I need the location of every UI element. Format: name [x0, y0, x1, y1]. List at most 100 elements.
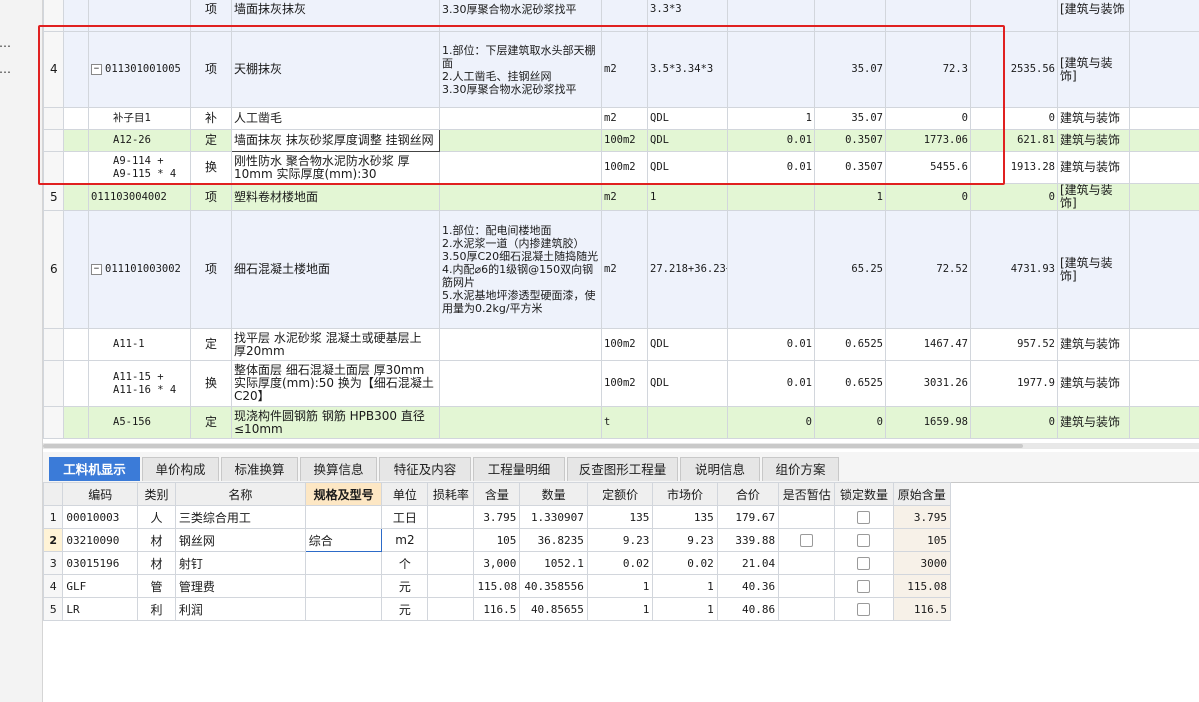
total-price[interactable]: 4731.93 [970, 210, 1058, 329]
loss-rate[interactable] [427, 597, 475, 621]
market-price[interactable]: 0.02 [652, 551, 718, 575]
resource-spec[interactable] [304, 574, 383, 598]
row-number[interactable] [43, 328, 64, 361]
item-category[interactable]: 定 [190, 328, 232, 361]
item-features[interactable] [439, 183, 602, 211]
total-price[interactable]: 0 [970, 406, 1058, 439]
content-value[interactable]: 1 [727, 107, 815, 130]
column-header[interactable]: 定额价 [586, 482, 654, 506]
quantity-value[interactable]: 1.330907 [519, 505, 588, 529]
total-price[interactable]: 2535.56 [970, 31, 1058, 108]
item-unit[interactable] [601, 0, 648, 32]
item-code[interactable]: 011103004002 [88, 183, 191, 211]
column-header[interactable]: 类别 [137, 482, 176, 506]
item-features[interactable] [439, 129, 602, 152]
item-features[interactable]: 1.部位：下层建筑取水头部天棚面 2.人工凿毛、挂钢丝网 3.30厚聚合物水泥砂… [439, 31, 602, 108]
item-name[interactable]: 找平层 水泥砂浆 混凝土或硬基层上 厚20mm [231, 328, 440, 361]
column-header[interactable]: 名称 [174, 482, 306, 506]
specialty-label[interactable]: 建筑与装饰 [1057, 129, 1130, 152]
unit-price[interactable]: 1659.98 [885, 406, 971, 439]
item-name[interactable]: 刚性防水 聚合物水泥防水砂浆 厚10mm 实际厚度(mm):30 [231, 151, 440, 184]
quantity-expression[interactable]: QDL [647, 151, 728, 184]
checkbox-icon[interactable] [857, 580, 871, 593]
checkbox-icon[interactable] [857, 534, 871, 547]
quantity-value[interactable]: 0.3507 [814, 129, 886, 152]
content-value[interactable]: 3,000 [473, 551, 521, 575]
item-unit[interactable]: 100m2 [601, 129, 648, 152]
unit-price[interactable]: 1773.06 [885, 129, 971, 152]
base-price[interactable]: 0.02 [586, 551, 654, 575]
resource-category[interactable]: 利 [137, 597, 176, 621]
bill-row[interactable]: 6−011101003002 项细石混凝土楼地面 1.部位：配电间楼地面 2.水泥浆… [43, 210, 1199, 329]
quantity-expression[interactable]: QDL [647, 107, 728, 130]
resource-spec[interactable] [304, 551, 383, 575]
row-number[interactable] [43, 151, 64, 184]
checkbox-icon[interactable] [800, 534, 814, 547]
quantity-expression[interactable]: 1 [647, 183, 728, 211]
checkbox-icon[interactable] [857, 557, 871, 570]
content-value[interactable]: 115.08 [473, 574, 521, 598]
specialty-label[interactable]: 建筑与装饰 [1057, 107, 1130, 130]
column-header[interactable]: 规格及型号 [304, 482, 383, 506]
locked-checkbox[interactable] [834, 574, 894, 598]
original-content[interactable]: 105 [892, 528, 952, 552]
quantity-value[interactable]: 0.3507 [814, 151, 886, 184]
tab-pricing-scheme[interactable]: 组价方案 [762, 457, 839, 481]
content-value[interactable]: 105 [473, 528, 521, 552]
quantity-expression[interactable]: 27.218+36.23+1.8 [647, 210, 728, 329]
specialty-label[interactable]: [建筑与装饰 [1057, 0, 1130, 32]
quantity-expression[interactable]: 3.3*3 [647, 0, 728, 32]
original-content[interactable]: 115.08 [892, 574, 952, 598]
market-price[interactable]: 1 [652, 597, 718, 621]
row-number[interactable] [43, 0, 64, 32]
tree-line[interactable] [75, 0, 89, 32]
content-value[interactable] [727, 183, 815, 211]
row-number[interactable] [43, 129, 64, 152]
provisional-checkbox[interactable] [778, 574, 836, 598]
item-unit[interactable]: 100m2 [601, 328, 648, 361]
column-header[interactable]: 数量 [519, 482, 588, 506]
item-unit[interactable]: 100m2 [601, 151, 648, 184]
item-features[interactable] [439, 328, 602, 361]
resource-row[interactable]: 2 03210090 材钢丝网 综合 m2 105 36.8235 9.23 9.23 339.8… [42, 528, 952, 552]
item-code[interactable]: A9-114 + A9-115 * 4 [88, 151, 191, 184]
item-code[interactable]: A5-156 [88, 406, 191, 439]
tree-line[interactable] [75, 107, 89, 130]
bill-row[interactable]: A5-156 定现浇构件圆钢筋 钢筋 HPB300 直径≤10mm t 0 0 1659.… [43, 406, 1199, 439]
locked-checkbox[interactable] [834, 551, 894, 575]
resource-name[interactable]: 利润 [174, 597, 306, 621]
content-value[interactable]: 0 [727, 406, 815, 439]
total-price[interactable]: 0 [970, 183, 1058, 211]
resource-code[interactable]: 03210090 [62, 528, 139, 552]
unit-price[interactable]: 3031.26 [885, 360, 971, 407]
checkbox-icon[interactable] [857, 603, 871, 616]
locked-checkbox[interactable] [834, 597, 894, 621]
column-header[interactable]: 市场价 [652, 482, 718, 506]
tree-line[interactable] [75, 151, 89, 184]
item-features[interactable] [439, 107, 602, 130]
quantity-value[interactable]: 1052.1 [519, 551, 588, 575]
item-name[interactable]: 塑料卷材楼地面 [231, 183, 440, 211]
tree-line[interactable] [75, 406, 89, 439]
item-features[interactable] [439, 360, 602, 407]
resource-row[interactable]: 1 00010003 人三类综合用工 工日 3.795 1.330907 135 135 179… [42, 505, 952, 529]
item-features[interactable]: 1.部位：配电间楼地面 2.水泥浆一道（内掺建筑胶） 3.50厚C20细石混凝土… [439, 210, 602, 329]
bill-row[interactable]: 补子目1 补人工凿毛 m2 QDL 1 35.07 0 0 建筑与装饰 [43, 107, 1199, 130]
item-features[interactable] [439, 151, 602, 184]
row-index[interactable]: 2 [42, 528, 64, 552]
total-price[interactable]: 0 [970, 107, 1058, 130]
total-price[interactable]: 339.88 [716, 528, 780, 552]
item-code[interactable]: A12-26 [88, 129, 191, 152]
resource-spec[interactable]: 综合 [304, 528, 383, 552]
loss-rate[interactable] [427, 574, 475, 598]
row-number[interactable] [43, 406, 64, 439]
original-content[interactable]: 116.5 [892, 597, 952, 621]
content-value[interactable] [727, 0, 815, 32]
content-value[interactable]: 0.01 [727, 129, 815, 152]
resource-spec[interactable] [304, 505, 383, 529]
column-header[interactable]: 锁定数量 [834, 482, 894, 506]
tree-line[interactable] [75, 210, 89, 329]
row-number[interactable] [43, 107, 64, 130]
column-header[interactable]: 合价 [716, 482, 780, 506]
total-price[interactable]: 957.52 [970, 328, 1058, 361]
